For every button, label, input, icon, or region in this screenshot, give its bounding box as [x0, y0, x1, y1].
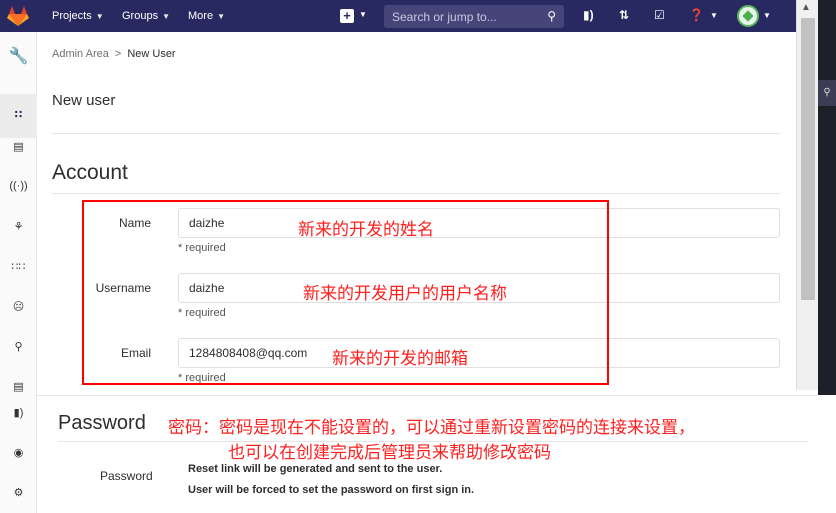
monitoring-icon[interactable]: ▤ — [0, 140, 37, 153]
nav-projects-label: Projects — [52, 10, 92, 22]
scroll-up-arrow-icon[interactable]: ▲ — [801, 2, 811, 13]
settings-gear-icon[interactable]: ⚙ — [0, 486, 37, 499]
chevron-down-icon: ▼ — [359, 10, 367, 19]
password-first-signin-info: User will be forced to set the password … — [188, 484, 475, 496]
account-section-title: Account — [52, 161, 128, 184]
gitlab-logo-icon[interactable] — [6, 5, 30, 27]
divider — [52, 193, 780, 194]
abuse-reports-icon[interactable]: ☹ — [0, 300, 37, 313]
password-reset-info: Reset link will be generated and sent to… — [188, 463, 443, 475]
annotation-username-note: 新来的开发用户的用户名称 — [303, 284, 507, 303]
search-placeholder: Search or jump to... — [392, 9, 497, 24]
search-icon: ⚲ — [818, 80, 836, 106]
help-icon[interactable]: ❓ — [689, 8, 704, 22]
appearance-icon[interactable]: ◉ — [0, 446, 37, 459]
hooks-icon[interactable]: ⚘ — [0, 220, 37, 233]
scrollbar-thumb[interactable] — [801, 18, 815, 300]
nav-more-label: More — [188, 10, 214, 22]
breadcrumb: Admin Area > New User — [52, 48, 176, 60]
sidebar-item-overview[interactable]: ∷ — [0, 94, 37, 138]
search-input[interactable]: Search or jump to... ⚲ — [384, 5, 564, 28]
breadcrumb-admin-area[interactable]: Admin Area — [52, 48, 109, 60]
nav-projects[interactable]: Projects ▼ — [52, 0, 104, 32]
chevron-down-icon: ▼ — [763, 11, 771, 20]
labels-icon[interactable]: ▮) — [0, 406, 37, 419]
annotation-name-note: 新来的开发的姓名 — [298, 220, 434, 239]
chevron-down-icon: ▼ — [95, 11, 104, 21]
nav-groups[interactable]: Groups ▼ — [122, 0, 170, 32]
background-window-edge: ⚲ — [818, 0, 836, 395]
annotation-password-note-line1: 密码：密码是现在不能设置的，可以通过重新设置密码的连接来设置， — [168, 418, 695, 437]
chevron-down-icon: ▼ — [217, 11, 225, 21]
todos-icon[interactable]: ☑ — [654, 8, 665, 22]
broadcast-icon[interactable]: ((·)) — [0, 180, 37, 192]
chevron-down-icon: ▼ — [162, 11, 170, 21]
top-navbar: Projects ▼ Groups ▼ More ▼ + ▼ Search or… — [0, 0, 796, 32]
annotation-email-note: 新来的开发的邮箱 — [332, 349, 468, 368]
page-title: New user — [52, 92, 116, 109]
nav-groups-label: Groups — [122, 10, 159, 22]
merge-request-icon[interactable]: ⇅ — [619, 8, 629, 22]
grid-icon: ∷ — [14, 109, 23, 121]
admin-wrench-icon[interactable]: 🔧 — [0, 46, 37, 66]
breadcrumb-separator: > — [114, 48, 122, 60]
divider — [52, 133, 780, 134]
applications-icon[interactable]: ∷∷ — [0, 260, 37, 273]
issues-icon[interactable]: ▮) — [583, 8, 594, 22]
chevron-down-icon: ▼ — [710, 11, 718, 20]
breadcrumb-current[interactable]: New User — [127, 48, 175, 60]
nav-more[interactable]: More ▼ — [188, 0, 225, 32]
divider — [58, 441, 808, 442]
user-avatar[interactable] — [737, 5, 759, 27]
new-item-plus-icon[interactable]: + — [340, 9, 354, 23]
search-icon: ⚲ — [547, 9, 556, 23]
page-scrollbar[interactable]: ▲ — [796, 0, 818, 390]
deploy-keys-icon[interactable]: ⚲ — [0, 340, 37, 353]
password-section-title: Password — [58, 412, 146, 434]
password-label: Password — [100, 469, 153, 483]
service-templates-icon[interactable]: ▤ — [0, 380, 37, 393]
admin-sidebar: 🔧 ∷ ▤ ((·)) ⚘ ∷∷ ☹ ⚲ ▤ ▮) ◉ ⚙ — [0, 32, 37, 513]
